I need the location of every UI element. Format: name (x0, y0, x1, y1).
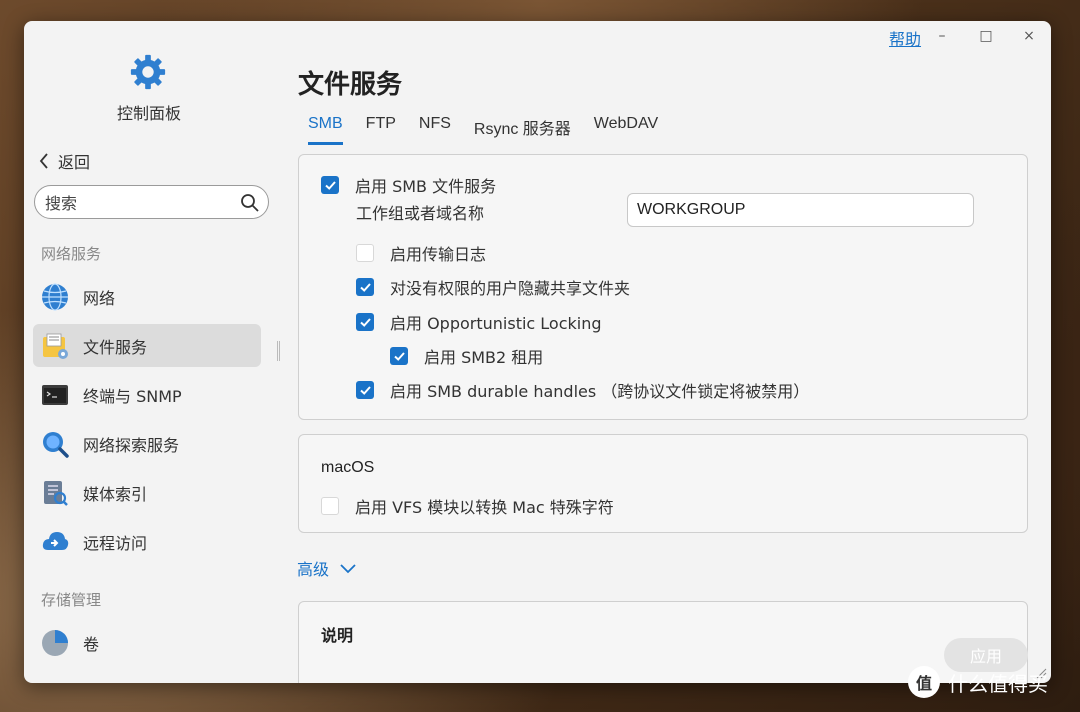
sidebar-resize-handle[interactable] (277, 341, 280, 361)
tab-nfs[interactable]: NFS (419, 115, 451, 145)
back-button[interactable]: 返回 (38, 149, 90, 173)
sidebar-item-label: 卷 (83, 634, 100, 654)
tab-smb[interactable]: SMB (308, 115, 343, 145)
smb2-lease-checkbox[interactable] (390, 347, 408, 365)
workgroup-input[interactable] (627, 193, 974, 227)
sidebar-item-label: 网络探索服务 (83, 435, 180, 455)
tab-rsync[interactable]: Rsync 服务器 (474, 115, 571, 145)
hide-shares-checkbox[interactable] (356, 278, 374, 296)
option-label: 对没有权限的用户隐藏共享文件夹 (390, 279, 631, 298)
option-row: 启用传输日志 (356, 241, 486, 265)
sidebar-item-label: 网络 (83, 288, 116, 308)
check-icon (359, 317, 371, 327)
check-icon (324, 180, 336, 190)
workgroup-label: 工作组或者域名称 (356, 204, 485, 223)
minimize-button[interactable]: – (932, 26, 952, 46)
watermark-text: 什么值得买 (948, 671, 1048, 696)
section-label-network-services: 网络服务 (41, 245, 102, 263)
close-button[interactable]: × (1019, 26, 1039, 46)
sidebar-item-label: 远程访问 (83, 533, 148, 553)
gear-icon (130, 54, 166, 90)
file-services-icon (43, 333, 68, 359)
back-label: 返回 (58, 153, 91, 172)
sidebar-item-media-index[interactable]: 媒体索引 (33, 471, 261, 514)
enable-smb-checkbox[interactable] (321, 176, 339, 194)
sidebar-item-terminal-snmp[interactable]: 终端与 SNMP (33, 373, 261, 416)
volume-icon (42, 629, 68, 656)
watermark-logo: 值 (908, 666, 940, 698)
smb-settings-panel: 启用 SMB 文件服务 工作组或者域名称 启用传输日志 对没有权限的用户隐藏共享… (298, 154, 1028, 420)
sidebar-item-remote-access[interactable]: 远程访问 (33, 520, 261, 563)
watermark: 值 什么值得买 (908, 666, 1048, 698)
oplocks-checkbox[interactable] (356, 313, 374, 331)
sidebar-item-label: 媒体索引 (83, 484, 148, 504)
page-title: 文件服务 (298, 70, 403, 100)
sidebar-item-file-services[interactable]: 文件服务 (33, 324, 261, 367)
vfs-label: 启用 VFS 模块以转换 Mac 特殊字符 (355, 498, 614, 517)
maximize-button[interactable]: □ (976, 26, 996, 46)
terminal-icon (42, 384, 68, 405)
tab-bar: SMB FTP NFS Rsync 服务器 WebDAV (308, 115, 681, 145)
control-panel-window: 控制面板 返回 网络服务 网络 文件服务 终端与 SNMP 网络探索服务 (24, 21, 1051, 683)
check-icon (393, 351, 405, 361)
advanced-toggle[interactable]: 高级 (297, 556, 357, 580)
option-row: 对没有权限的用户隐藏共享文件夹 (356, 275, 630, 299)
help-link[interactable]: 帮助 (889, 26, 921, 50)
sidebar-item-label: 终端与 SNMP (83, 386, 182, 406)
enable-smb-label: 启用 SMB 文件服务 (355, 177, 497, 196)
durable-handles-checkbox[interactable] (356, 381, 374, 399)
notes-panel-title: 说明 (321, 626, 354, 645)
sidebar-item-network-discovery[interactable]: 网络探索服务 (33, 422, 261, 465)
globe-icon (42, 282, 68, 311)
chevron-down-icon (340, 564, 356, 574)
tab-webdav[interactable]: WebDAV (594, 115, 658, 145)
option-label: 启用 Opportunistic Locking (390, 314, 602, 333)
sidebar-item-network[interactable]: 网络 (33, 275, 261, 318)
sidebar-item-label: 文件服务 (83, 337, 148, 357)
vfs-row: 启用 VFS 模块以转换 Mac 特殊字符 (321, 494, 614, 518)
option-row: 启用 SMB durable handles （跨协议文件锁定将被禁用） (356, 378, 809, 402)
sidebar: 控制面板 返回 网络服务 网络 文件服务 终端与 SNMP 网络探索服务 (24, 21, 286, 683)
media-index-icon (44, 480, 68, 506)
sidebar-item-volume[interactable]: 卷 (33, 621, 261, 664)
check-icon (359, 385, 371, 395)
macos-panel: macOS 启用 VFS 模块以转换 Mac 特殊字符 (298, 434, 1028, 533)
transfer-log-checkbox[interactable] (356, 244, 374, 262)
option-row: 启用 SMB2 租用 (390, 344, 543, 368)
tab-ftp[interactable]: FTP (366, 115, 396, 145)
macos-panel-title: macOS (321, 459, 375, 476)
search-input[interactable] (45, 192, 235, 214)
chevron-left-icon (39, 153, 48, 169)
advanced-label: 高级 (297, 560, 330, 579)
search-box[interactable] (34, 185, 269, 219)
app-title: 控制面板 (116, 104, 181, 123)
network-discovery-icon (43, 431, 69, 458)
section-label-storage-management: 存储管理 (41, 591, 102, 609)
option-label: 启用 SMB2 租用 (424, 348, 544, 367)
enable-smb-row: 启用 SMB 文件服务 (321, 173, 496, 197)
option-label: 启用传输日志 (390, 245, 487, 264)
option-row: 启用 Opportunistic Locking (356, 310, 602, 334)
check-icon (359, 282, 371, 292)
option-label: 启用 SMB durable handles （跨协议文件锁定将被禁用） (390, 382, 810, 401)
vfs-checkbox[interactable] (321, 497, 339, 515)
remote-access-icon (42, 531, 69, 550)
search-icon[interactable] (240, 193, 260, 213)
